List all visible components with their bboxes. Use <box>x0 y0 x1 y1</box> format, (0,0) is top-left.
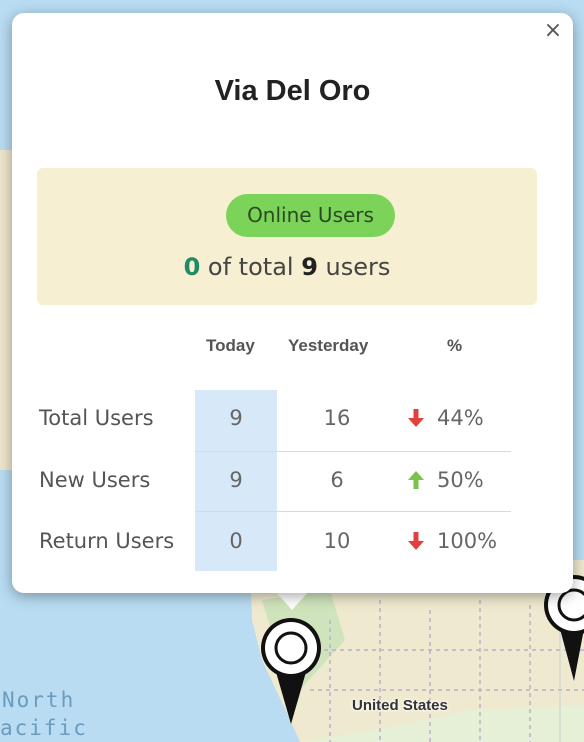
today-value: 9 <box>229 406 243 430</box>
yesterday-value: 6 <box>330 468 344 492</box>
location-popup: × Via Del Oro Online Users 0 of total 9 … <box>12 13 573 593</box>
column-header-today: Today <box>206 336 255 355</box>
percent-change: 44% <box>405 406 484 430</box>
yesterday-value: 16 <box>323 406 351 430</box>
column-header-percent: % <box>447 336 463 355</box>
ocean-label: acific <box>0 716 88 740</box>
percent-value: 44% <box>437 406 484 430</box>
online-count: 0 <box>183 253 201 281</box>
online-users-text: users <box>325 253 391 281</box>
percent-value: 50% <box>437 468 484 492</box>
online-users-summary: Online Users 0 of total 9 users <box>37 168 537 305</box>
today-value: 0 <box>229 529 243 553</box>
total-count: 9 <box>301 253 318 281</box>
online-users-badge: Online Users <box>226 194 395 237</box>
row-label: New Users <box>39 468 151 492</box>
ocean-label: North <box>2 688 76 712</box>
yesterday-value: 10 <box>323 529 351 553</box>
today-value: 9 <box>229 468 243 492</box>
percent-change: 50% <box>405 468 484 492</box>
online-of-text: of total <box>207 253 294 281</box>
map-pin-icon[interactable] <box>258 616 324 726</box>
close-button[interactable]: × <box>541 19 565 43</box>
arrow-up-icon <box>408 471 424 489</box>
online-users-count: 0 of total 9 users <box>37 253 537 281</box>
row-divider <box>195 511 511 512</box>
row-label: Return Users <box>39 529 175 553</box>
location-title: Via Del Oro <box>214 75 371 107</box>
column-header-yesterday: Yesterday <box>288 336 369 355</box>
arrow-down-icon <box>408 532 424 550</box>
arrow-down-icon <box>408 409 424 427</box>
popup-pointer <box>274 590 310 610</box>
row-divider <box>195 451 511 452</box>
percent-value: 100% <box>437 529 498 553</box>
percent-change: 100% <box>405 529 497 553</box>
row-label: Total Users <box>39 406 154 430</box>
country-label: United States <box>352 697 448 714</box>
